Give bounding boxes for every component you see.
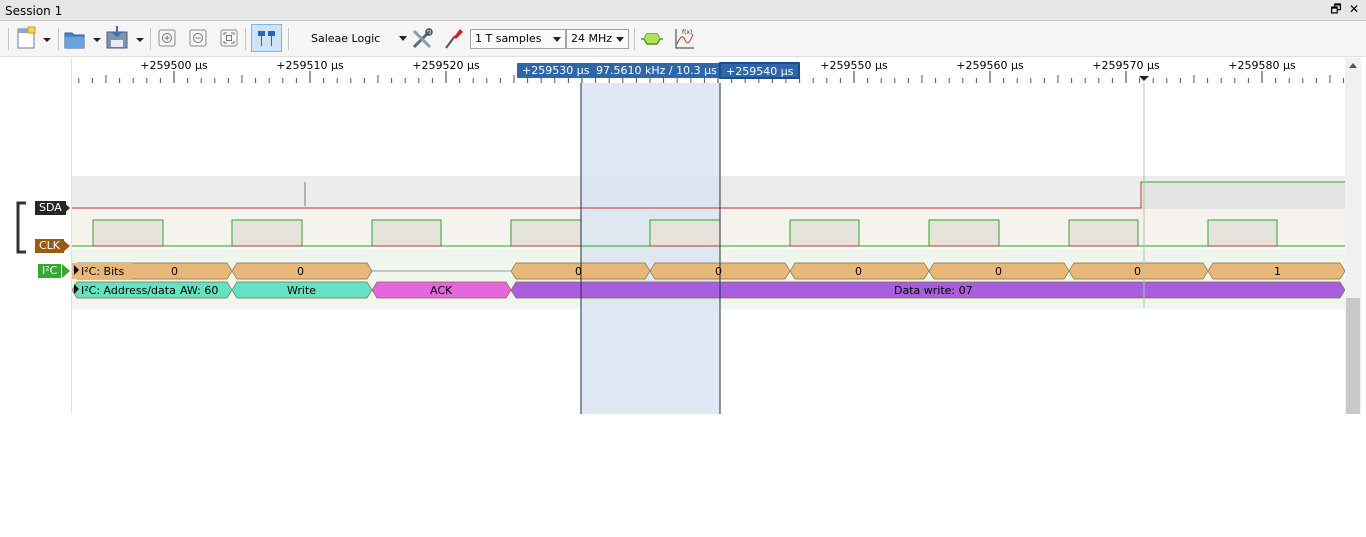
bit-value-label: 0 (575, 265, 582, 278)
waveform-canvas[interactable] (72, 58, 1345, 414)
main-toolbar: Saleae Logic 1 T samples 24 MHz f(x) (0, 21, 1366, 57)
chevron-down-icon (553, 37, 561, 42)
channel-tag-arrow-icon (62, 239, 70, 253)
measurements-button[interactable]: f(x) (672, 26, 696, 51)
channel-label-i2c[interactable]: I²C (38, 264, 62, 278)
address-data-label: ACK (430, 284, 453, 297)
session-title: Session 1 (5, 4, 63, 18)
marker-b-label[interactable]: +259540 µs (719, 62, 801, 79)
channel-group-bracket (16, 201, 26, 254)
open-folder-icon (64, 32, 101, 49)
addr-analyzer-title: I²C: Address/data (81, 284, 176, 297)
bit-value-label: 0 (855, 265, 862, 278)
close-icon[interactable]: ✕ (1347, 2, 1361, 16)
zoom-fit-icon (220, 29, 238, 47)
scroll-up-icon[interactable] (1349, 63, 1357, 68)
ruler-tick-label: +259520 µs (412, 59, 480, 72)
trigger-marker-icon (1139, 76, 1149, 81)
analyzers-button[interactable] (640, 26, 664, 51)
scrollbar-thumb[interactable] (1346, 298, 1360, 414)
channel-name-sda: SDA (39, 201, 62, 214)
bit-value-label: 0 (297, 265, 304, 278)
open-button[interactable] (63, 26, 101, 51)
channel-tag-arrow-icon (62, 264, 70, 278)
function-plot-icon: f(x) (675, 29, 694, 49)
zoom-out-button[interactable] (187, 26, 209, 51)
ruler-tick-label: +259560 µs (956, 59, 1024, 72)
vertical-scrollbar[interactable] (1345, 58, 1361, 414)
ruler-tick-label: +259580 µs (1228, 59, 1296, 72)
toolbar-divider (150, 28, 151, 50)
toolbar-divider (8, 28, 9, 50)
bit-value-label: 0 (1134, 265, 1141, 278)
bit-value-label: 0 (715, 265, 722, 278)
trigger-button[interactable] (442, 26, 466, 51)
restore-icon[interactable]: 🗗 (1329, 2, 1343, 16)
marker-a-label[interactable]: +259530 µs (517, 63, 595, 78)
ruler-tick-label: +259510 µs (276, 59, 344, 72)
bit-value-label: 0 (995, 265, 1002, 278)
sample-rate-select[interactable]: 24 MHz (566, 29, 629, 49)
sample-rate-value: 24 MHz (571, 32, 613, 45)
channel-name-clk: CLK (39, 239, 61, 252)
session-title-bar: Session 1 🗗 ✕ (0, 0, 1366, 21)
clk-high-fill (790, 220, 859, 246)
chevron-down-icon (616, 37, 624, 42)
waveform-view[interactable]: +259500 µs +259510 µs +259520 µs +259550 µs… (72, 58, 1345, 414)
ruler-tick-label: +259550 µs (820, 59, 888, 72)
address-data-label: Write (287, 284, 317, 297)
clk-high-fill (511, 220, 581, 246)
toolbar-divider (634, 28, 635, 50)
zoom-out-icon (189, 29, 207, 47)
device-selector[interactable]: Saleae Logic (311, 32, 407, 45)
toolbar-divider (58, 28, 59, 50)
ruler-tick-label: +259500 µs (140, 59, 208, 72)
zoom-fit-button[interactable] (218, 26, 240, 51)
samples-value: 1 T samples (475, 32, 542, 45)
bit-value-label: 1 (1274, 265, 1281, 278)
clk-high-fill (1208, 220, 1277, 246)
bit-value-label: 0 (171, 265, 178, 278)
clk-high-fill (232, 220, 302, 246)
clk-high-fill (372, 220, 441, 246)
device-settings-icon (412, 28, 433, 49)
save-icon (106, 26, 144, 49)
measurement-label: 97.5610 kHz / 10.3 µs (591, 63, 722, 78)
trigger-probe-icon (445, 29, 463, 49)
link-cursors-toggle[interactable] (251, 24, 282, 52)
clk-high-fill (1069, 220, 1138, 246)
chevron-down-icon (399, 36, 407, 41)
clk-high-fill (929, 220, 999, 246)
zoom-in-button[interactable] (156, 26, 178, 51)
new-document-icon (17, 26, 51, 49)
svg-text:f(x): f(x) (682, 29, 692, 36)
new-session-button[interactable] (15, 26, 55, 51)
channel-list: SDA CLK I²C (0, 58, 72, 414)
toolbar-divider (245, 28, 246, 50)
channel-label-clk[interactable]: CLK (35, 239, 65, 253)
bits-analyzer-title: I²C: Bits (81, 265, 125, 278)
analyzer-icon (641, 33, 663, 45)
device-name: Saleae Logic (311, 32, 381, 45)
channel-name-i2c: I²C (42, 264, 58, 277)
clk-high-fill (93, 220, 163, 246)
address-data-label: Data write: 07 (894, 284, 973, 297)
measurement-selection (581, 83, 720, 414)
zoom-in-icon (158, 29, 176, 47)
sda-high-fill (1142, 183, 1345, 209)
save-button[interactable] (104, 26, 146, 51)
channel-tag-arrow-icon (62, 201, 70, 215)
cursor-link-icon (258, 31, 275, 46)
toolbar-divider (288, 28, 289, 50)
samples-select[interactable]: 1 T samples (470, 29, 566, 49)
address-data-label: AW: 60 (180, 284, 219, 297)
clk-high-fill (650, 220, 720, 246)
device-settings-button[interactable] (410, 26, 436, 51)
ruler-tick-label: +259570 µs (1092, 59, 1160, 72)
